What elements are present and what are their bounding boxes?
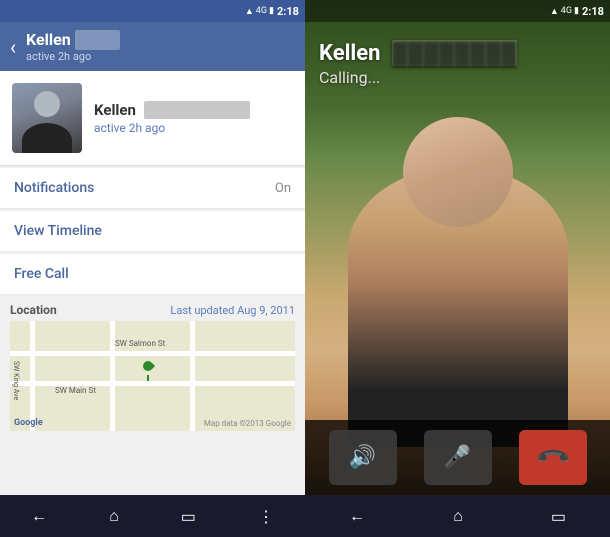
profile-active: active 2h ago — [94, 121, 250, 135]
header-name: Kellen████ — [26, 30, 120, 50]
back-nav-btn[interactable]: ← — [31, 506, 47, 526]
time-left: 2:18 — [277, 5, 299, 18]
profile-section: Kellen ██████████ active 2h ago — [0, 71, 305, 166]
google-logo: Google — [14, 418, 43, 428]
profile-info: Kellen ██████████ active 2h ago — [94, 101, 250, 135]
recents-nav-btn[interactable]: ▭ — [181, 507, 196, 526]
back-nav-btn-right[interactable]: ← — [349, 506, 365, 526]
location-date: Last updated Aug 9, 2011 — [170, 304, 295, 317]
bottom-nav-left: ← ⌂ ▭ ⋮ — [0, 495, 305, 537]
right-panel: ▲ 4G ▮ 2:18 Kellen ████████ Calling... 🔊… — [305, 0, 610, 537]
home-nav-btn-right[interactable]: ⌂ — [453, 506, 463, 526]
call-controls: 🔊 🎤 📞 — [305, 420, 610, 495]
person-head — [403, 117, 513, 227]
label-king: SW King Ave — [12, 361, 20, 400]
bottom-nav-right: ← ⌂ ▭ — [305, 495, 610, 537]
4g-icon: 4G — [256, 6, 267, 16]
map-road-salmon — [10, 351, 295, 356]
map-container: SW Salmon St SW Main St SW King Ave Map … — [10, 321, 295, 431]
call-info: Kellen ████████ Calling... — [305, 30, 610, 97]
notifications-label: Notifications — [14, 180, 94, 196]
map-pin — [140, 361, 156, 381]
hangup-button[interactable]: 📞 — [519, 430, 587, 485]
speaker-icon: 🔊 — [349, 445, 376, 470]
menu-list: Notifications On View Timeline Free Call — [0, 168, 305, 295]
label-main: SW Main St — [55, 386, 96, 395]
call-name: Kellen — [319, 41, 380, 66]
avatar — [12, 83, 82, 153]
4g-icon-right: 4G — [561, 6, 572, 16]
speaker-button[interactable]: 🔊 — [329, 430, 397, 485]
signal-icon-right: ▲ — [550, 6, 559, 17]
battery-icon: ▮ — [269, 6, 274, 16]
label-salmon: SW Salmon St — [115, 339, 165, 348]
recents-nav-btn-right[interactable]: ▭ — [551, 507, 566, 526]
location-label: Location — [10, 303, 57, 317]
freecall-label: Free Call — [14, 266, 69, 282]
header-bar-left: ‹ Kellen████ active 2h ago — [0, 22, 305, 71]
status-bar-left: ▲ 4G ▮ 2:18 — [0, 0, 305, 22]
battery-icon-right: ▮ — [574, 6, 579, 16]
map-road-vert2 — [110, 321, 115, 431]
location-section: Location Last updated Aug 9, 2011 SW Sal… — [0, 295, 305, 435]
avatar-image — [12, 83, 82, 153]
time-right: 2:18 — [582, 5, 604, 18]
location-header: Location Last updated Aug 9, 2011 — [10, 303, 295, 317]
mute-icon: 🎤 — [444, 445, 471, 470]
notifications-value: On — [275, 181, 291, 196]
back-button[interactable]: ‹ — [10, 37, 16, 57]
call-status: Calling... — [319, 68, 596, 87]
map-road-king — [30, 321, 35, 431]
person-body — [348, 167, 568, 447]
call-name-blur: ████████ — [392, 40, 517, 66]
map-road-main — [10, 381, 295, 386]
header-status: active 2h ago — [26, 50, 120, 63]
profile-name: Kellen ██████████ — [94, 101, 250, 119]
left-panel: ▲ 4G ▮ 2:18 ‹ Kellen████ active 2h ago K… — [0, 0, 305, 537]
hangup-icon: 📞 — [534, 439, 571, 476]
signal-icon: ▲ — [245, 6, 254, 17]
timeline-label: View Timeline — [14, 223, 102, 239]
mute-button[interactable]: 🎤 — [424, 430, 492, 485]
status-icons-right: ▲ 4G ▮ — [550, 6, 579, 17]
status-icons-left: ▲ 4G ▮ — [245, 6, 274, 17]
call-name-container: Kellen ████████ — [319, 40, 596, 66]
menu-item-notifications[interactable]: Notifications On — [0, 168, 305, 209]
menu-item-freecall[interactable]: Free Call — [0, 254, 305, 295]
home-nav-btn[interactable]: ⌂ — [109, 506, 119, 526]
menu-nav-btn[interactable]: ⋮ — [258, 507, 274, 526]
map-road-vert3 — [190, 321, 195, 431]
menu-item-timeline[interactable]: View Timeline — [0, 211, 305, 252]
map-background: SW Salmon St SW Main St SW King Ave Map … — [10, 321, 295, 431]
status-bar-right: ▲ 4G ▮ 2:18 — [305, 0, 610, 22]
header-info: Kellen████ active 2h ago — [26, 30, 120, 63]
map-watermark: Map data ©2013 Google — [204, 419, 291, 428]
